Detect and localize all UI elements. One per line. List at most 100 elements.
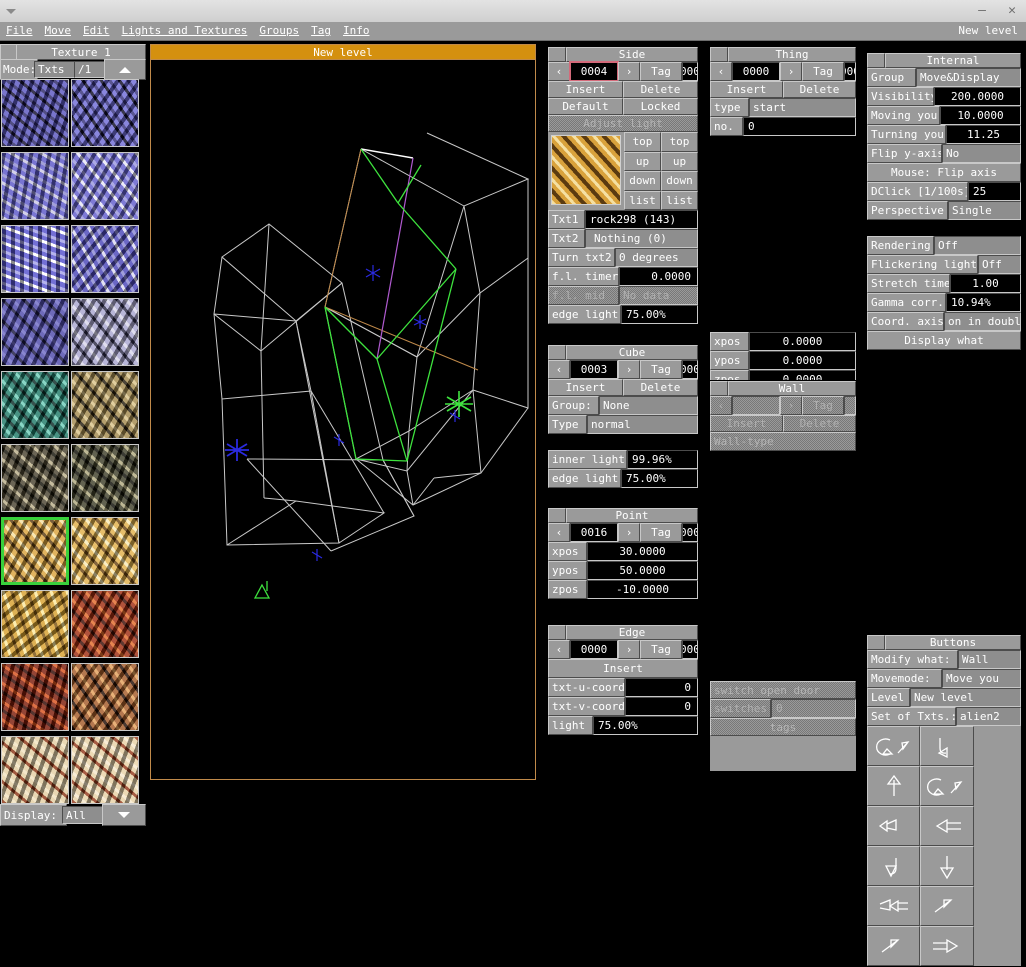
- turn-up-icon[interactable]: [867, 846, 921, 886]
- side-txt1-field[interactable]: rock298 (143): [585, 210, 698, 229]
- point-next-button[interactable]: ›: [618, 523, 640, 542]
- buttons-txtset-field[interactable]: alien2: [956, 707, 1021, 726]
- side-texnav-top-2[interactable]: top: [661, 132, 698, 152]
- close-button[interactable]: ✕: [1002, 1, 1022, 21]
- menu-item-info[interactable]: Info: [337, 22, 376, 38]
- internal-coord-axis-field[interactable]: on in double: [944, 312, 1021, 331]
- cube-group-field[interactable]: None: [599, 396, 698, 415]
- thing-ypos-field[interactable]: 0.0000: [749, 351, 856, 370]
- viewport-3d[interactable]: [150, 44, 536, 780]
- rotate-left-icon[interactable]: [867, 726, 921, 766]
- scroll-up-icon[interactable]: [104, 59, 146, 80]
- cube-type-field[interactable]: normal: [587, 415, 698, 434]
- side-tag-field[interactable]: 00005: [682, 62, 698, 81]
- internal-stretch-field[interactable]: 1.00: [950, 274, 1021, 293]
- texture-scale-value[interactable]: /1: [74, 61, 107, 78]
- texture-swatch[interactable]: [1, 663, 69, 731]
- internal-gamma-field[interactable]: 10.94%: [946, 293, 1021, 312]
- side-texnav-down-1[interactable]: down: [624, 171, 661, 191]
- point-xpos-field[interactable]: 30.0000: [587, 542, 698, 561]
- texture-swatch[interactable]: [71, 225, 139, 293]
- texture-swatch[interactable]: [71, 79, 139, 147]
- internal-dclick-field[interactable]: 25: [968, 182, 1021, 201]
- side-texnav-top-1[interactable]: top: [624, 132, 661, 152]
- menu-item-lights-and-textures[interactable]: Lights and Textures: [116, 22, 254, 38]
- thing-next-button[interactable]: ›: [780, 62, 802, 81]
- buttons-level-field[interactable]: New level: [910, 688, 1021, 707]
- move-up-icon[interactable]: [867, 766, 921, 806]
- side-insert-button[interactable]: Insert: [548, 81, 623, 98]
- internal-perspective-field[interactable]: Single: [948, 201, 1021, 220]
- side-index-field[interactable]: 0004: [569, 61, 619, 82]
- internal-visibility-field[interactable]: 200.0000: [934, 87, 1021, 106]
- edge-tag-field[interactable]: 00000: [682, 640, 698, 659]
- point-ypos-field[interactable]: 50.0000: [587, 561, 698, 580]
- cube-prev-button[interactable]: ‹: [548, 360, 570, 379]
- internal-turning-field[interactable]: 11.25: [946, 125, 1021, 144]
- point-tag-field[interactable]: 00001: [682, 523, 698, 542]
- side-texnav-list-1[interactable]: list: [624, 190, 661, 210]
- display-value[interactable]: All: [62, 806, 105, 824]
- side-turn-field[interactable]: 0 degrees: [615, 248, 698, 267]
- thing-prev-button[interactable]: ‹: [710, 62, 732, 81]
- edge-insert-button[interactable]: Insert: [548, 659, 698, 678]
- internal-moving-field[interactable]: 10.0000: [940, 106, 1021, 125]
- point-zpos-field[interactable]: -10.0000: [587, 580, 698, 599]
- side-texnav-list-2[interactable]: list: [661, 190, 698, 210]
- texture-swatch[interactable]: [1, 371, 69, 439]
- side-texnav-down-2[interactable]: down: [661, 171, 698, 191]
- cube-delete-button[interactable]: Delete: [623, 379, 698, 396]
- internal-flip-y-field[interactable]: No: [942, 144, 1021, 163]
- turn-down-icon[interactable]: [920, 726, 974, 766]
- texture-swatch[interactable]: [71, 736, 139, 804]
- texture-swatch[interactable]: [1, 225, 69, 293]
- cube-index-field[interactable]: 0003: [570, 360, 618, 379]
- texture-swatch[interactable]: [71, 590, 139, 658]
- edge-u-field[interactable]: 0: [625, 678, 698, 697]
- edge-v-field[interactable]: 0: [625, 697, 698, 716]
- texture-swatch[interactable]: [1, 517, 69, 585]
- menu-item-file[interactable]: File: [0, 22, 39, 38]
- texture-swatch[interactable]: [71, 371, 139, 439]
- menu-item-groups[interactable]: Groups: [253, 22, 305, 38]
- thing-tag-field[interactable]: 00000: [844, 62, 856, 81]
- texture-swatch[interactable]: [1, 152, 69, 220]
- texture-swatch[interactable]: [1, 444, 69, 512]
- thing-no-field[interactable]: 0: [743, 117, 856, 136]
- rotate-right-icon[interactable]: [920, 766, 974, 806]
- arrow-right-icon[interactable]: [920, 926, 974, 966]
- thing-insert-button[interactable]: Insert: [710, 81, 783, 98]
- point-index-field[interactable]: 0016: [570, 523, 618, 542]
- minimize-button[interactable]: –: [972, 1, 992, 21]
- cube-insert-button[interactable]: Insert: [548, 379, 623, 396]
- buttons-movemode-field[interactable]: Move you: [942, 669, 1021, 688]
- move-forward-icon[interactable]: [867, 926, 921, 966]
- internal-flicker-field[interactable]: Off: [978, 255, 1021, 274]
- texture-swatch[interactable]: [1, 736, 69, 804]
- internal-mouse-flip-axis-button[interactable]: Mouse: Flip axis: [867, 163, 1021, 182]
- side-delete-button[interactable]: Delete: [623, 81, 698, 98]
- strafe-right-icon[interactable]: [867, 886, 921, 926]
- menu-item-move[interactable]: Move: [39, 22, 78, 38]
- texture-swatch[interactable]: [1, 79, 69, 147]
- cube-next-button[interactable]: ›: [618, 360, 640, 379]
- texture-swatch[interactable]: [71, 663, 139, 731]
- point-prev-button[interactable]: ‹: [548, 523, 570, 542]
- strafe-left-icon[interactable]: [867, 806, 921, 846]
- buttons-modify-what-field[interactable]: Wall: [958, 650, 1021, 669]
- side-locked-button[interactable]: Locked: [623, 98, 698, 115]
- internal-display-what-button[interactable]: Display what: [867, 331, 1021, 350]
- menu-item-tag[interactable]: Tag: [305, 22, 337, 38]
- wall-list-area[interactable]: [710, 451, 856, 681]
- move-back-icon[interactable]: [920, 886, 974, 926]
- viewport-canvas[interactable]: [151, 61, 535, 779]
- texture-swatch[interactable]: [71, 517, 139, 585]
- edge-light-field[interactable]: 75.00%: [593, 716, 698, 735]
- thing-index-field[interactable]: 0000: [732, 62, 780, 81]
- edge-index-field[interactable]: 0000: [570, 640, 618, 659]
- arrow-left-icon[interactable]: [920, 806, 974, 846]
- texture-swatch[interactable]: [71, 152, 139, 220]
- window-menu-icon[interactable]: [6, 5, 20, 17]
- edge-next-button[interactable]: ›: [618, 640, 640, 659]
- cube-edge-light-field[interactable]: 75.00%: [621, 469, 698, 488]
